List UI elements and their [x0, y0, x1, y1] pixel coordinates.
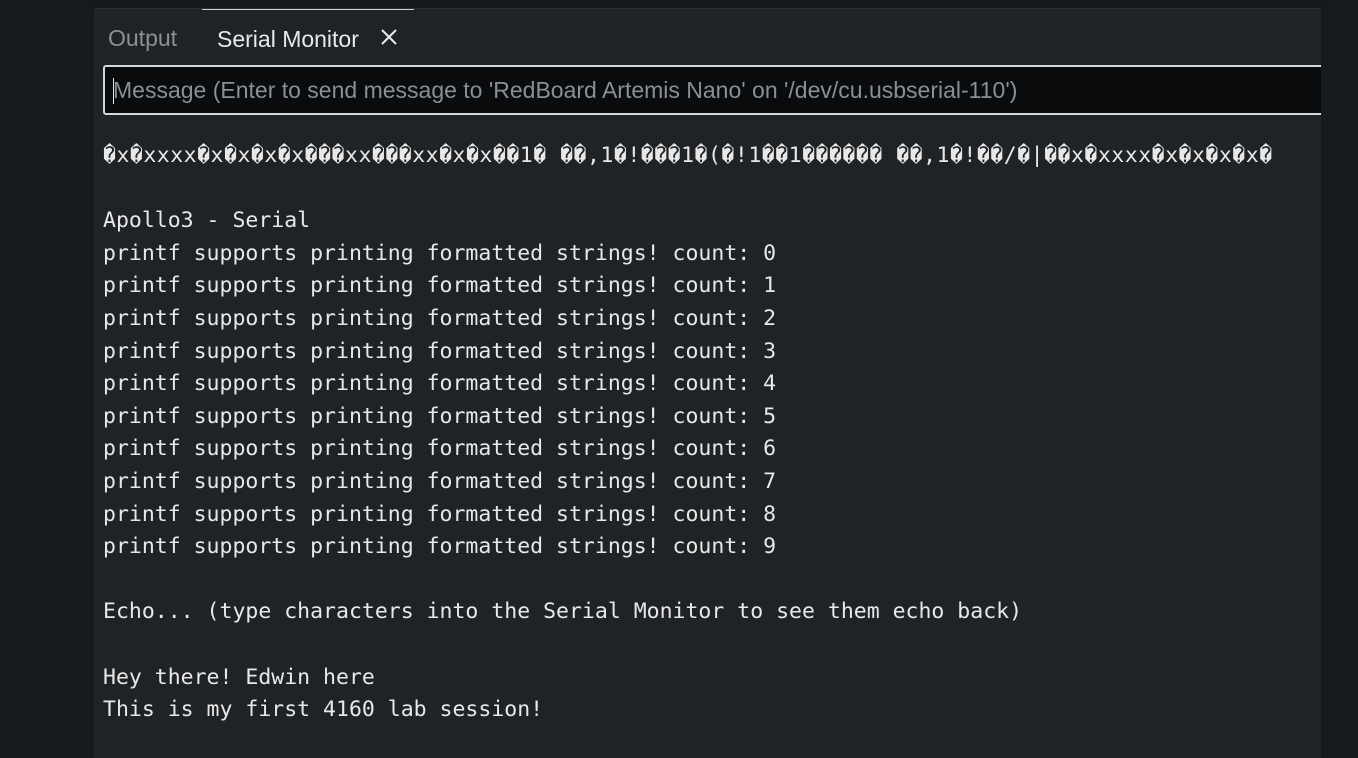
serial-output-line: Apollo3 - Serial [103, 208, 311, 234]
serial-output-line: printf supports printing formatted strin… [103, 534, 777, 560]
text-caret [113, 78, 114, 104]
tab-serial-monitor-label: Serial Monitor [217, 26, 359, 52]
serial-output-line: printf supports printing formatted strin… [103, 305, 777, 331]
serial-message-input[interactable] [103, 65, 1321, 115]
serial-output-line: printf supports printing formatted strin… [103, 273, 777, 299]
tab-serial-monitor[interactable]: Serial Monitor [202, 9, 414, 62]
tab-output[interactable]: Output [108, 9, 177, 63]
serial-output-log: �x�xxxx�x�x�x�x���xx���xx�x�x��1� ��,1�!… [103, 140, 1321, 727]
right-scroll-edge [1321, 0, 1358, 758]
serial-output-line: Echo... (type characters into the Serial… [103, 599, 1023, 625]
serial-output-line: printf supports printing formatted strin… [103, 403, 777, 429]
serial-output-line: printf supports printing formatted strin… [103, 501, 777, 527]
serial-output-line: printf supports printing formatted strin… [103, 436, 777, 462]
serial-output-line [103, 629, 1321, 662]
serial-output-line: printf supports printing formatted strin… [103, 371, 777, 397]
left-sidebar-edge [0, 0, 94, 758]
serial-output-line [103, 564, 1321, 597]
serial-output-line: This is my first 4160 lab session! [103, 697, 544, 723]
serial-output-line: printf supports printing formatted strin… [103, 338, 777, 364]
serial-output-line: printf supports printing formatted strin… [103, 240, 777, 266]
editor-area-edge [94, 0, 1321, 9]
tab-output-label: Output [108, 25, 178, 51]
panel-tabs: Output Serial Monitor [94, 9, 1321, 63]
serial-output-line: printf supports printing formatted strin… [103, 468, 777, 494]
serial-output-line [103, 173, 1321, 206]
serial-output-line: �x�xxxx�x�x�x�x���xx���xx�x�x��1� ��,1�!… [103, 143, 1273, 168]
close-icon[interactable] [378, 10, 400, 64]
serial-monitor-panel: Output Serial Monitor �x�xxxx�x�x�x�x���… [94, 9, 1321, 758]
serial-output-line: Hey there! Edwin here [103, 664, 375, 690]
